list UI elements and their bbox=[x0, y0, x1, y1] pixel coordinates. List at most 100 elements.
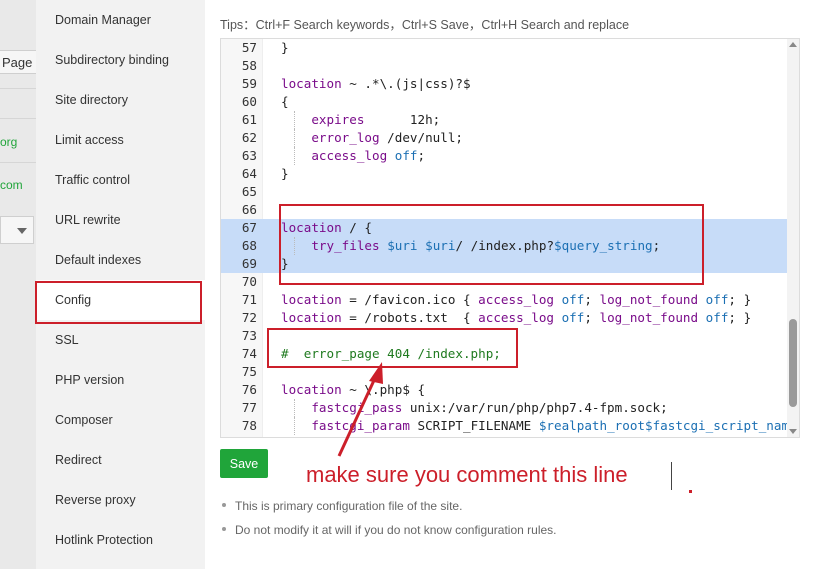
code-line[interactable]: 77 fastcgi_pass unix:/var/run/php/php7.4… bbox=[221, 399, 789, 417]
code-line[interactable]: 73 bbox=[221, 327, 789, 345]
indent-guide bbox=[294, 147, 295, 165]
code-text: error_log /dev/null; bbox=[311, 130, 463, 145]
line-number: 78 bbox=[241, 418, 257, 433]
line-number: 73 bbox=[241, 328, 257, 343]
code-text: location / { bbox=[281, 220, 373, 235]
code-editor[interactable]: 57} 58 59 location ~ .*\.(js|css)?$ 60{61 ex… bbox=[220, 38, 800, 438]
code-text: location = /favicon.ico { access_log off… bbox=[281, 292, 752, 307]
bg-select bbox=[0, 216, 34, 244]
tips-text: Tips：Ctrl+F Search keywords，Ctrl+S Save，… bbox=[220, 18, 630, 32]
code-line[interactable]: 76 location ~ \.php$ { bbox=[221, 381, 789, 399]
code-line[interactable]: 60 { bbox=[221, 93, 789, 111]
code-line[interactable]: 72 location = /robots.txt { access_log of… bbox=[221, 309, 789, 327]
scroll-up-icon[interactable] bbox=[789, 42, 797, 47]
sidebar-item-config[interactable]: Config bbox=[36, 280, 205, 320]
line-number: 75 bbox=[241, 364, 257, 379]
line-number: 59 bbox=[241, 76, 257, 91]
code-text: location = /robots.txt { access_log off;… bbox=[281, 310, 752, 325]
code-line[interactable]: 59 location ~ .*\.(js|css)?$ bbox=[221, 75, 789, 93]
line-number: 66 bbox=[241, 202, 257, 217]
line-number: 65 bbox=[241, 184, 257, 199]
background-page: Page org com bbox=[0, 0, 36, 569]
help-note: Do not modify it at will if you do not k… bbox=[222, 523, 557, 537]
code-line[interactable]: 62 error_log /dev/null; bbox=[221, 129, 789, 147]
code-line[interactable]: 65 bbox=[221, 183, 789, 201]
line-number: 70 bbox=[241, 274, 257, 289]
line-number: 58 bbox=[241, 58, 257, 73]
scroll-down-icon[interactable] bbox=[789, 429, 797, 434]
sidebar-item-subdirectory-binding[interactable]: Subdirectory binding bbox=[36, 40, 205, 80]
sidebar-item-ssl[interactable]: SSL bbox=[36, 320, 205, 360]
sidebar-item-traffic-control[interactable]: Traffic control bbox=[36, 160, 205, 200]
sidebar-item-default-indexes[interactable]: Default indexes bbox=[36, 240, 205, 280]
line-number: 71 bbox=[241, 292, 257, 307]
bg-domain-text: org bbox=[0, 135, 18, 149]
bullet-icon bbox=[222, 502, 226, 507]
line-number: 69 bbox=[241, 256, 257, 271]
line-number: 77 bbox=[241, 400, 257, 415]
line-number: 60 bbox=[241, 94, 257, 109]
annotation-text: make sure you comment this line bbox=[306, 462, 628, 487]
indent-guide bbox=[294, 399, 295, 417]
code-text: fastcgi_param SCRIPT_FILENAME $realpath_… bbox=[311, 418, 797, 433]
sidebar-item-redirect[interactable]: Redirect bbox=[36, 440, 205, 480]
code-text: expires 12h; bbox=[311, 112, 441, 127]
code-text: try_files $uri $uri/ /index.php?$query_s… bbox=[311, 238, 661, 253]
code-line[interactable]: 67 location / { bbox=[221, 219, 789, 237]
code-line[interactable]: 66 bbox=[221, 201, 789, 219]
code-text: { bbox=[281, 94, 289, 109]
code-text: location ~ .*\.(js|css)?$ bbox=[281, 76, 471, 91]
editor-scrollbar[interactable] bbox=[787, 39, 799, 437]
code-text: } bbox=[281, 256, 289, 271]
sidebar-item-reverse-proxy[interactable]: Reverse proxy bbox=[36, 480, 205, 520]
code-lines: 57} 58 59 location ~ .*\.(js|css)?$ 60{61 ex… bbox=[221, 39, 797, 435]
bg-divider bbox=[0, 118, 36, 119]
code-line[interactable]: 71 location = /favicon.ico { access_log o… bbox=[221, 291, 789, 309]
line-number: 68 bbox=[241, 238, 257, 253]
code-line[interactable]: 70 bbox=[221, 273, 789, 291]
save-button[interactable]: Save bbox=[220, 449, 268, 478]
sidebar: Domain Manager Subdirectory binding Site… bbox=[36, 0, 205, 569]
sidebar-item-site-directory[interactable]: Site directory bbox=[36, 80, 205, 120]
indent-guide bbox=[294, 237, 295, 255]
line-number: 74 bbox=[241, 346, 257, 361]
code-line[interactable]: 64} bbox=[221, 165, 789, 183]
code-line[interactable]: 78 fastcgi_param SCRIPT_FILENAME $realpa… bbox=[221, 417, 797, 435]
text-cursor bbox=[671, 462, 672, 490]
code-line[interactable]: 75 bbox=[221, 363, 789, 381]
indent-guide bbox=[294, 417, 295, 435]
code-line[interactable]: 57} bbox=[221, 39, 789, 57]
code-line[interactable]: 69} bbox=[221, 255, 789, 273]
sidebar-item-composer[interactable]: Composer bbox=[36, 400, 205, 440]
line-number: 63 bbox=[241, 148, 257, 163]
sidebar-item-php-version[interactable]: PHP version bbox=[36, 360, 205, 400]
scrollbar-thumb[interactable] bbox=[789, 319, 797, 407]
indent-guide bbox=[294, 129, 295, 147]
line-number: 57 bbox=[241, 40, 257, 55]
bullet-icon bbox=[222, 526, 226, 531]
code-line[interactable]: 63 access_log off; bbox=[221, 147, 789, 165]
line-number: 76 bbox=[241, 382, 257, 397]
line-number: 72 bbox=[241, 310, 257, 325]
sidebar-item-url-rewrite[interactable]: URL rewrite bbox=[36, 200, 205, 240]
sidebar-item-domain-manager[interactable]: Domain Manager bbox=[36, 0, 205, 40]
help-note: This is primary configuration file of th… bbox=[222, 499, 462, 513]
code-line[interactable]: 74 # error_page 404 /index.php; bbox=[221, 345, 789, 363]
code-text: access_log off; bbox=[311, 148, 426, 163]
bg-page-tab: Page bbox=[0, 50, 36, 74]
code-line[interactable]: 68 try_files $uri $uri/ /index.php?$quer… bbox=[221, 237, 789, 255]
code-text: location ~ \.php$ { bbox=[281, 382, 426, 397]
code-line[interactable]: 58 bbox=[221, 57, 789, 75]
code-text: } bbox=[281, 40, 289, 55]
sidebar-item-limit-access[interactable]: Limit access bbox=[36, 120, 205, 160]
code-line[interactable]: 61 expires 12h; bbox=[221, 111, 789, 129]
bg-divider bbox=[0, 162, 36, 163]
help-note-text: Do not modify it at will if you do not k… bbox=[235, 523, 557, 537]
code-text: } bbox=[281, 166, 289, 181]
sidebar-item-hotlink-protection[interactable]: Hotlink Protection bbox=[36, 520, 205, 560]
bg-divider bbox=[0, 88, 36, 89]
code-text: fastcgi_pass unix:/var/run/php/php7.4-fp… bbox=[311, 400, 668, 415]
help-note-text: This is primary configuration file of th… bbox=[235, 499, 463, 513]
line-number: 61 bbox=[241, 112, 257, 127]
indent-guide bbox=[294, 111, 295, 129]
